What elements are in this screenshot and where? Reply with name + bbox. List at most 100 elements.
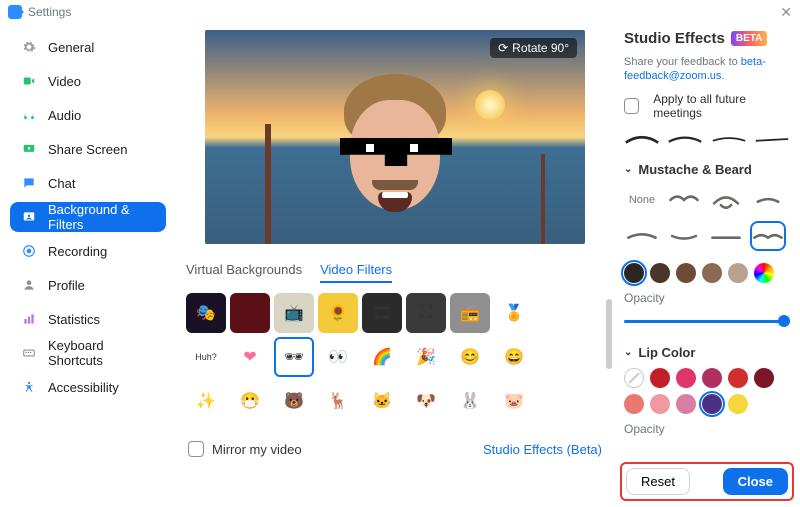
mirror-label: Mirror my video: [212, 442, 302, 457]
filter-bear[interactable]: 🐻: [274, 381, 314, 421]
filter-dog[interactable]: 🐶: [406, 381, 446, 421]
filter-focus[interactable]: ⛶: [406, 293, 446, 333]
lip-color-swatch[interactable]: [728, 394, 748, 414]
mustache-option-3[interactable]: [750, 185, 786, 215]
eyebrow-option[interactable]: [667, 132, 703, 146]
filter-cat[interactable]: 🐱: [362, 381, 402, 421]
filter-curtain[interactable]: [230, 293, 270, 333]
lip-color-swatch[interactable]: [754, 368, 774, 388]
filter-empty3[interactable]: [538, 381, 578, 421]
sidebar-item-video[interactable]: Video: [10, 66, 166, 96]
lip-none-icon[interactable]: [624, 368, 644, 388]
filter-heart[interactable]: ❤: [230, 337, 270, 377]
window-close-icon[interactable]: ✕: [780, 4, 792, 21]
tab-virtual-backgrounds[interactable]: Virtual Backgrounds: [186, 262, 302, 283]
sidebar-item-stats[interactable]: Statistics: [10, 304, 166, 334]
lip-color-swatch[interactable]: [650, 394, 670, 414]
mustache-opacity-slider[interactable]: [624, 313, 790, 329]
filter-party[interactable]: 🎉: [406, 337, 446, 377]
lip-color-swatches: [624, 368, 790, 414]
color-swatch[interactable]: [650, 263, 670, 283]
filter-deal-glasses[interactable]: 🕶: [274, 337, 314, 377]
filter-mask[interactable]: 😷: [230, 381, 270, 421]
sidebar-item-label: Video: [48, 74, 81, 89]
sidebar-item-record[interactable]: Recording: [10, 236, 166, 266]
filter-pig[interactable]: 🐷: [494, 381, 534, 421]
filter-empty2[interactable]: [538, 337, 578, 377]
mustache-option-5[interactable]: [666, 221, 702, 251]
share-icon: [20, 140, 38, 158]
color-swatch[interactable]: [728, 263, 748, 283]
reset-button[interactable]: Reset: [626, 468, 690, 495]
sidebar-item-audio[interactable]: Audio: [10, 100, 166, 130]
filter-deer[interactable]: 🦌: [318, 381, 358, 421]
opacity-label: Opacity: [624, 291, 790, 305]
lip-color-swatch[interactable]: [676, 368, 696, 388]
lip-color-swatch[interactable]: [650, 368, 670, 388]
filter-film[interactable]: 🎞: [362, 293, 402, 333]
sidebar-item-background[interactable]: Background & Filters: [10, 202, 166, 232]
beta-badge: BETA: [731, 31, 767, 46]
eyebrow-option[interactable]: [711, 132, 747, 146]
mirror-video-checkbox[interactable]: Mirror my video: [188, 441, 302, 457]
filter-rabbit[interactable]: 🐰: [450, 381, 490, 421]
mustache-option-6[interactable]: [708, 221, 744, 251]
mustache-option-2[interactable]: [708, 185, 744, 215]
sidebar-item-label: Statistics: [48, 312, 100, 327]
mustache-grid: None: [624, 185, 790, 251]
eyebrow-option[interactable]: [624, 132, 660, 146]
stats-icon: [20, 310, 38, 328]
eyebrow-row: [624, 132, 790, 146]
filter-sunflower[interactable]: 🌻: [318, 293, 358, 333]
lip-color-swatch[interactable]: [624, 394, 644, 414]
lip-color-swatch[interactable]: [728, 368, 748, 388]
filter-microwave[interactable]: 📻: [450, 293, 490, 333]
record-icon: [20, 242, 38, 260]
filter-theater[interactable]: 🎭: [186, 293, 226, 333]
filter-ribbon[interactable]: 🏅: [494, 293, 534, 333]
close-button[interactable]: Close: [723, 468, 788, 495]
mustache-option-1[interactable]: [666, 185, 702, 215]
filter-grin[interactable]: 😄: [494, 337, 534, 377]
sidebar-item-chat[interactable]: Chat: [10, 168, 166, 198]
profile-icon: [20, 276, 38, 294]
color-swatch[interactable]: [702, 263, 722, 283]
mustache-option-4[interactable]: [624, 221, 660, 251]
filter-stars[interactable]: ✨: [186, 381, 226, 421]
sidebar-item-label: Accessibility: [48, 380, 119, 395]
filter-eyes[interactable]: 👀: [318, 337, 358, 377]
lip-color-swatch[interactable]: [676, 394, 696, 414]
keyboard-icon: [20, 344, 38, 362]
mustache-none[interactable]: None: [624, 185, 660, 215]
feedback-text: Share your feedback to beta-feedback@zoo…: [624, 55, 790, 84]
sidebar-item-keyboard[interactable]: Keyboard Shortcuts: [10, 338, 166, 368]
lip-color-swatch[interactable]: [702, 394, 722, 414]
section-mustache-beard[interactable]: ⌄ Mustache & Beard: [624, 162, 790, 177]
video-icon: [20, 72, 38, 90]
color-swatch[interactable]: [624, 263, 644, 283]
filter-huh[interactable]: Huh?: [186, 337, 226, 377]
section-lip-color[interactable]: ⌄ Lip Color: [624, 345, 790, 360]
rotate-button[interactable]: ⟳ Rotate 90°: [490, 38, 577, 58]
tab-video-filters[interactable]: Video Filters: [320, 262, 392, 283]
filter-empty1[interactable]: [538, 293, 578, 333]
lip-color-swatch[interactable]: [702, 368, 722, 388]
apply-all-checkbox[interactable]: Apply to all future meetings: [624, 92, 790, 120]
color-swatch[interactable]: [676, 263, 696, 283]
filter-tv[interactable]: 📺: [274, 293, 314, 333]
mustache-color-swatches: [624, 263, 790, 283]
sidebar-item-label: Keyboard Shortcuts: [48, 338, 156, 368]
sidebar-item-label: Share Screen: [48, 142, 128, 157]
filter-smile[interactable]: 😊: [450, 337, 490, 377]
sidebar-item-share[interactable]: Share Screen: [10, 134, 166, 164]
filter-rainbow[interactable]: 🌈: [362, 337, 402, 377]
sidebar-item-label: General: [48, 40, 94, 55]
color-picker-icon[interactable]: [754, 263, 774, 283]
mustache-option-7[interactable]: [750, 221, 786, 251]
scrollbar[interactable]: [606, 291, 612, 423]
sidebar-item-profile[interactable]: Profile: [10, 270, 166, 300]
sidebar-item-accessibility[interactable]: Accessibility: [10, 372, 166, 402]
eyebrow-option[interactable]: [754, 132, 790, 146]
sidebar-item-gear[interactable]: General: [10, 32, 166, 62]
studio-effects-link[interactable]: Studio Effects (Beta): [483, 442, 602, 457]
